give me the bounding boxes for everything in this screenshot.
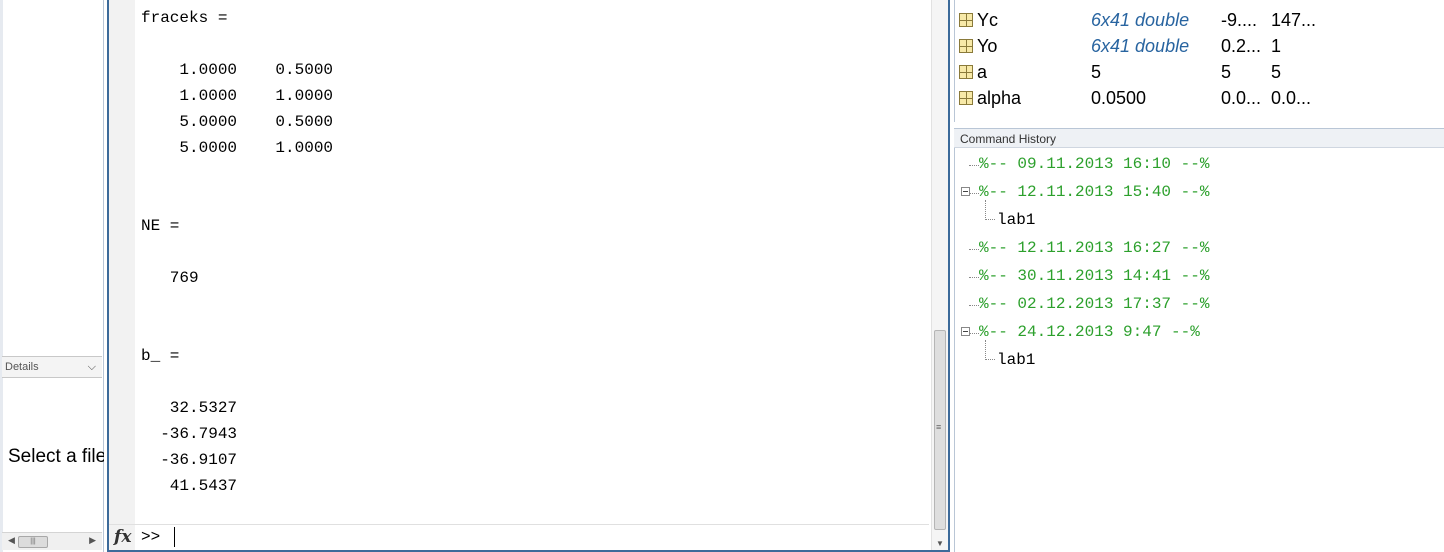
matrix-icon bbox=[959, 91, 973, 105]
output-line: b_ = bbox=[141, 347, 180, 365]
variable-max: 0.0... bbox=[1271, 88, 1312, 108]
tree-connector bbox=[985, 340, 995, 360]
variable-max: 1 bbox=[1271, 36, 1282, 56]
workspace-row[interactable]: Yo 6x41 double 0.2... 1 bbox=[955, 34, 1444, 60]
variable-value[interactable]: 6x41 double bbox=[1091, 36, 1189, 57]
history-session[interactable]: %-- 12.11.2013 16:27 --% bbox=[955, 234, 1209, 262]
tree-connector bbox=[969, 305, 979, 306]
history-command-label[interactable]: lab1 bbox=[997, 351, 1035, 369]
output-line: 41.5437 bbox=[141, 477, 238, 495]
history-session-label[interactable]: %-- 30.11.2013 14:41 --% bbox=[979, 267, 1209, 285]
grip-icon: ≡ bbox=[936, 422, 942, 432]
command-output: fraceks = 1.0000 0.5000 1.0000 1.0000 5.… bbox=[141, 0, 931, 520]
output-line: 5.0000 1.0000 bbox=[141, 139, 334, 157]
command-prompt-row[interactable]: fx >> bbox=[109, 524, 929, 550]
history-command-label[interactable]: lab1 bbox=[997, 211, 1035, 229]
workspace-row[interactable]: alpha 0.0500 0.0... 0.0... bbox=[955, 86, 1444, 112]
variable-min: 0.0... bbox=[1221, 88, 1262, 108]
panel-edge bbox=[0, 0, 3, 552]
variable-name: alpha bbox=[977, 88, 1022, 108]
history-session[interactable]: %-- 30.11.2013 14:41 --% bbox=[955, 262, 1209, 290]
scroll-left-icon[interactable]: ◀ bbox=[8, 535, 15, 546]
tree-connector bbox=[969, 277, 979, 278]
output-line: 1.0000 1.0000 bbox=[141, 87, 334, 105]
output-line: -36.9107 bbox=[141, 451, 238, 469]
command-gutter bbox=[109, 0, 135, 550]
output-line: -36.7943 bbox=[141, 425, 238, 443]
history-session-label[interactable]: %-- 02.12.2013 17:37 --% bbox=[979, 295, 1209, 313]
history-session-label[interactable]: %-- 09.11.2013 16:10 --% bbox=[979, 155, 1209, 173]
current-folder-panel: Details ⌵ Select a file ◀ ||| ▶ bbox=[0, 0, 104, 552]
tree-connector bbox=[985, 200, 995, 220]
workspace-row[interactable]: Yc 6x41 double -9.... 147... bbox=[955, 8, 1444, 34]
details-placeholder: Select a file bbox=[8, 446, 104, 467]
variable-min: 0.2... bbox=[1221, 36, 1262, 56]
variable-min: 5 bbox=[1221, 62, 1232, 82]
variable-value: 5 bbox=[1091, 62, 1102, 82]
scroll-down-icon[interactable]: ▼ bbox=[936, 539, 944, 548]
output-line: 5.0000 0.5000 bbox=[141, 113, 334, 131]
history-session[interactable]: %-- 02.12.2013 17:37 --% bbox=[955, 290, 1209, 318]
variable-min: -9.... bbox=[1221, 10, 1258, 30]
vertical-scrollbar[interactable]: ≡ ▼ bbox=[931, 0, 948, 550]
variable-value[interactable]: 6x41 double bbox=[1091, 10, 1189, 31]
command-history-panel[interactable]: %-- 09.11.2013 16:10 --% %-- 12.11.2013 … bbox=[954, 148, 1444, 552]
history-session-label[interactable]: %-- 12.11.2013 15:40 --% bbox=[979, 183, 1209, 201]
command-history-title[interactable]: Command History bbox=[954, 128, 1444, 148]
collapse-icon[interactable] bbox=[961, 327, 970, 336]
history-command[interactable]: lab1 bbox=[955, 340, 1035, 374]
chevron-down-icon[interactable]: ⌵ bbox=[88, 361, 96, 374]
output-line: fraceks = bbox=[141, 9, 228, 27]
history-session[interactable]: %-- 09.11.2013 16:10 --% bbox=[955, 150, 1209, 178]
output-line: 1.0000 0.5000 bbox=[141, 61, 334, 79]
function-browser-icon[interactable]: fx bbox=[114, 527, 131, 547]
tree-connector bbox=[969, 333, 979, 334]
variable-name: Yc bbox=[977, 10, 999, 30]
workspace-row[interactable]: a 5 5 5 bbox=[955, 60, 1444, 86]
command-prompt: >> bbox=[141, 528, 161, 546]
tree-connector bbox=[969, 249, 979, 250]
matrix-icon bbox=[959, 65, 973, 79]
text-caret bbox=[174, 527, 175, 547]
variable-max: 5 bbox=[1271, 62, 1282, 82]
variable-name: a bbox=[977, 62, 988, 82]
scrollbar-thumb[interactable]: ||| bbox=[18, 536, 48, 548]
output-line: 32.5327 bbox=[141, 399, 238, 417]
tree-connector bbox=[969, 193, 979, 194]
history-session-label[interactable]: %-- 24.12.2013 9:47 --% bbox=[979, 323, 1200, 341]
collapse-icon[interactable] bbox=[961, 187, 970, 196]
command-window[interactable]: fraceks = 1.0000 0.5000 1.0000 1.0000 5.… bbox=[107, 0, 950, 552]
details-label: Details bbox=[5, 361, 39, 373]
history-command[interactable]: lab1 bbox=[955, 200, 1035, 234]
matrix-icon bbox=[959, 13, 973, 27]
tree-connector bbox=[969, 165, 979, 166]
matrix-icon bbox=[959, 39, 973, 53]
scrollbar-thumb[interactable]: ≡ bbox=[934, 330, 946, 530]
horizontal-scrollbar[interactable]: ◀ ||| ▶ bbox=[2, 532, 102, 550]
details-header[interactable]: Details ⌵ bbox=[2, 356, 102, 378]
output-line: NE = bbox=[141, 217, 180, 235]
variable-max: 147... bbox=[1271, 10, 1317, 30]
variable-name: Yo bbox=[977, 36, 998, 56]
scroll-right-icon[interactable]: ▶ bbox=[89, 535, 96, 546]
output-line: 769 bbox=[141, 269, 199, 287]
variable-value: 0.0500 bbox=[1091, 88, 1147, 108]
history-session-label[interactable]: %-- 12.11.2013 16:27 --% bbox=[979, 239, 1209, 257]
workspace-panel[interactable]: Yc 6x41 double -9.... 147... Yo 6x41 dou… bbox=[954, 0, 1444, 122]
